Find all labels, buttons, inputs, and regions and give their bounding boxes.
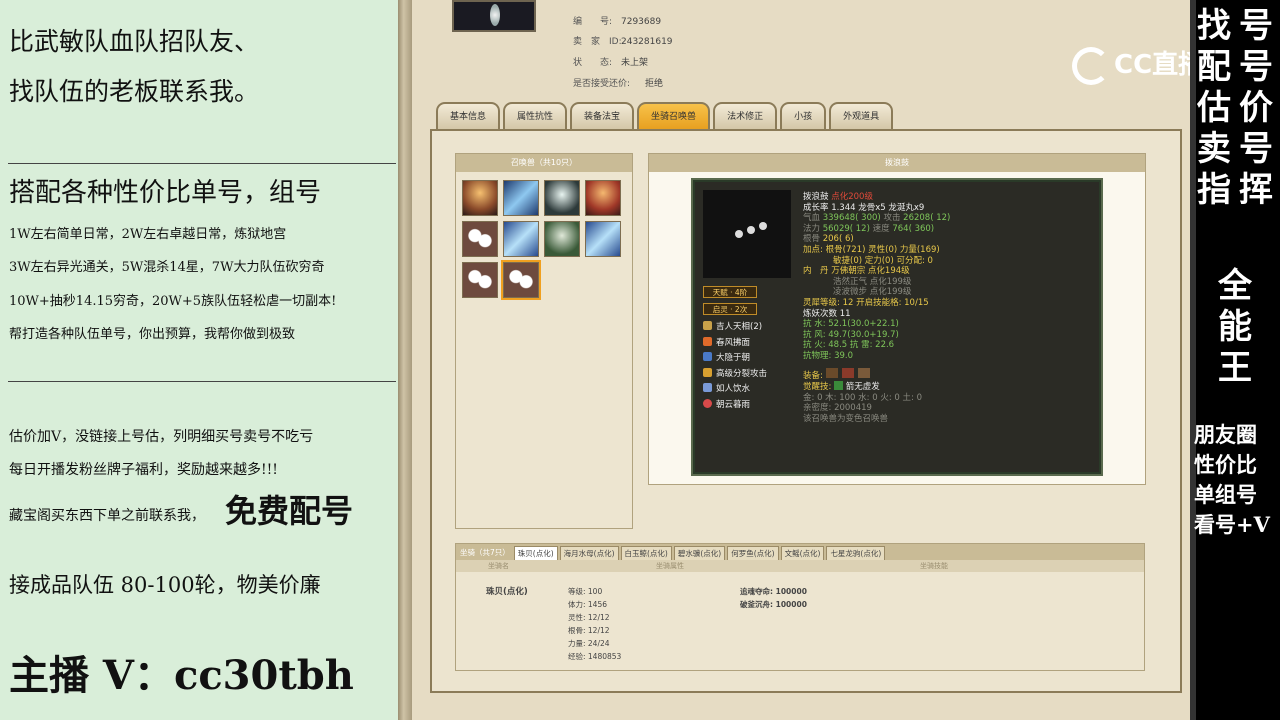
pet-thumb[interactable] — [544, 180, 580, 216]
pet-detail-title: 拨浪鼓 — [649, 154, 1145, 172]
cc-logo-icon — [1072, 46, 1110, 85]
awaken-badge: 启灵 · 2次 — [703, 303, 757, 315]
pet-info-card: 天赋 · 4阶 启灵 · 2次 吉人天相(2) 春风拂面 大隐于朝 高级分裂攻击… — [691, 178, 1103, 476]
promo-section2-title: 搭配各种性价比单号，组号 — [9, 178, 322, 208]
divider — [8, 381, 396, 382]
mount-tab[interactable]: 碧水骥(点化) — [673, 546, 726, 560]
promo-s2-line1: 1W左右简单日常，2W左右卓越日常，炼狱地宫 — [9, 227, 287, 242]
promo-panel-right: 找配估卖指 号号价号挥 全能王 朋友圈 性价比 单组号 看号+V — [1190, 0, 1280, 720]
info-id: 编 号: 7293689 — [573, 17, 662, 27]
info-status: 状 态: 未上架 — [573, 58, 649, 68]
promo-s3-line3a: 藏宝阁买东西下单之前联系我， — [9, 508, 205, 524]
right-banner-col1: 找配估卖指 — [1197, 6, 1231, 210]
pet-thumb-selected[interactable] — [501, 260, 541, 300]
promo-s3-line1: 估价加V，没链接上号估，列明细买号卖号不吃亏 — [9, 429, 314, 445]
equip-slots[interactable] — [825, 367, 870, 378]
pet-stats: 拨浪鼓 点化200级 成长率 1.344 龙骨x5 龙涎丸x9 气血 33964… — [803, 192, 951, 424]
mount-tab[interactable]: 七星龙驹(点化) — [826, 546, 886, 560]
mount-name: 珠贝(点化) — [486, 587, 528, 597]
mount-table-header: 坐骑名 坐骑属性 坐骑技能 — [456, 560, 1144, 572]
tab-mounts-pets[interactable]: 坐骑召唤兽 — [637, 102, 711, 129]
pet-thumb[interactable] — [462, 221, 498, 257]
skill-item[interactable]: 朝云暮雨 — [703, 398, 767, 414]
skill-icon — [703, 336, 712, 346]
info-seller: 卖 家 ID:243281619 — [573, 37, 673, 47]
promo-line1: 比武敏队血队招队友、 — [9, 27, 260, 56]
pet-thumb[interactable] — [503, 180, 539, 216]
mount-tab[interactable]: 海月水母(点化) — [559, 546, 619, 560]
pet-thumb[interactable] — [544, 221, 580, 257]
window-divider — [398, 0, 412, 720]
mount-tab[interactable]: 珠贝(点化) — [513, 546, 558, 560]
right-banner-lines: 朋友圈 性价比 单组号 看号+V — [1194, 422, 1270, 537]
pet-skill-list: 吉人天相(2) 春风拂面 大隐于朝 高级分裂攻击 如人饮水 朝云暮雨 — [703, 320, 767, 413]
mount-section: 坐骑（共7只） 珠贝(点化) 海月水母(点化) 白玉鲸(点化) 碧水骥(点化) … — [455, 543, 1145, 671]
awake-skill-icon — [834, 381, 844, 391]
skill-icon — [703, 383, 712, 392]
pet-list: 召唤兽（共10只） — [455, 153, 633, 529]
skill-item[interactable]: 吉人天相(2) — [703, 320, 767, 336]
pet-thumb[interactable] — [585, 221, 621, 257]
skill-item[interactable]: 大隐于朝 — [703, 351, 767, 367]
game-trade-page: 编 号: 7293689 卖 家 ID:243281619 状 态: 未上架 是否接… — [412, 0, 1190, 720]
right-banner-col2: 号号价号挥 — [1239, 6, 1273, 210]
mount-tab[interactable]: 白玉鲸(点化) — [620, 546, 672, 560]
skill-item[interactable]: 高级分裂攻击 — [703, 367, 767, 383]
mount-count-label: 坐骑（共7只） — [460, 548, 510, 557]
promo-panel-left: 比武敏队血队招队友、 找队伍的老板联系我。 搭配各种性价比单号，组号 1W左右简… — [0, 0, 398, 720]
right-banner-col3: 全能王 — [1218, 266, 1252, 388]
promo-s3-line4: 接成品队伍 80-100轮，物美价廉 — [9, 573, 321, 597]
host-contact: 主播 V：cc30tbh — [9, 652, 354, 699]
pet-portrait — [703, 190, 791, 278]
info-bargain: 是否接受还价: 拒绝 — [573, 79, 664, 89]
promo-s2-line4: 帮打造各种队伍单号，你出预算，我帮你做到极致 — [9, 327, 296, 342]
pet-detail: 拨浪鼓 天赋 · 4阶 启灵 · 2次 吉人天相(2) 春风拂面 大隐于朝 高级… — [648, 153, 1146, 485]
mount-skills: 追魂夺命: 100000 破釜沉舟: 100000 — [740, 587, 807, 609]
promo-s3-line2: 每日开播发粉丝牌子福利，奖励越来越多!!! — [9, 462, 278, 478]
pet-thumb[interactable] — [503, 221, 539, 257]
pet-thumb[interactable] — [462, 180, 498, 216]
mount-tab[interactable]: 文鳐(点化) — [780, 546, 825, 560]
promo-line2: 找队伍的老板联系我。 — [9, 77, 260, 106]
tab-children[interactable]: 小孩 — [780, 102, 827, 129]
skill-icon — [703, 367, 712, 377]
skill-item[interactable]: 如人饮水 — [703, 382, 767, 398]
screen: 比武敏队血队招队友、 找队伍的老板联系我。 搭配各种性价比单号，组号 1W左右简… — [0, 0, 1280, 720]
skill-icon — [703, 352, 712, 361]
skill-item[interactable]: 春风拂面 — [703, 336, 767, 352]
promo-s2-line2: 3W左右异光通关，5W混杀14星，7W大力队伍砍穷奇 — [9, 260, 325, 275]
mount-tab[interactable]: 何罗鱼(点化) — [727, 546, 779, 560]
skill-icon — [703, 398, 712, 408]
mount-tabs: 坐骑（共7只） 珠贝(点化) 海月水母(点化) 白玉鲸(点化) 碧水骥(点化) … — [456, 544, 1144, 560]
skill-icon — [703, 321, 712, 330]
tab-basic-info[interactable]: 基本信息 — [436, 102, 501, 129]
pet-thumb[interactable] — [462, 262, 498, 298]
cc-live-logo: CC直播 — [1072, 44, 1204, 90]
talent-badge: 天赋 · 4阶 — [703, 286, 757, 298]
promo-s2-line3: 10W+抽秒14.15穷奇，20W+5族队伍轻松虐一切副本! — [9, 294, 337, 309]
tab-content-panel: 召唤兽（共10只） 拨浪鼓 天赋 · 4阶 启灵 · 2次 吉人天相(2) 春风… — [430, 129, 1182, 693]
tab-attributes[interactable]: 属性抗性 — [503, 102, 568, 129]
divider — [8, 163, 396, 164]
detail-tabs: 基本信息 属性抗性 装备法宝 坐骑召唤兽 法术修正 小孩 外观道具 — [436, 102, 894, 129]
tab-appearance[interactable]: 外观道具 — [829, 102, 894, 129]
promo-free-match: 免费配号 — [225, 492, 354, 530]
pet-list-title: 召唤兽（共10只） — [456, 154, 632, 172]
tab-spell-mod[interactable]: 法术修正 — [713, 102, 778, 129]
pet-grid — [462, 180, 621, 300]
pet-thumb[interactable] — [585, 180, 621, 216]
mount-attrs: 等级: 100 体力: 1456 灵性: 12/12 根骨: 12/12 力量:… — [568, 587, 622, 661]
role-avatar — [452, 0, 536, 32]
tab-equipment[interactable]: 装备法宝 — [570, 102, 635, 129]
